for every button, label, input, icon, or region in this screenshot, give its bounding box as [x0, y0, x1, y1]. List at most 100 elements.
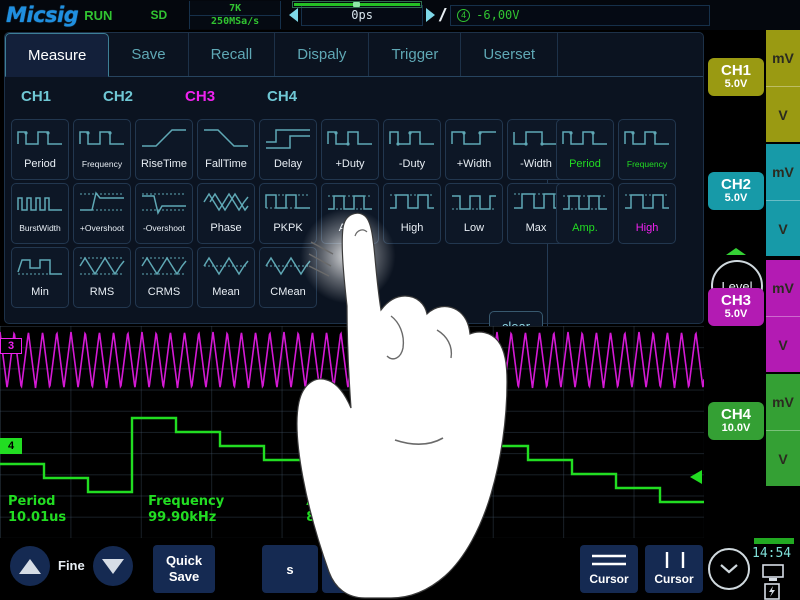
scale-v-button-ch4[interactable]: V [766, 430, 800, 486]
cursor-vertical-icon [657, 552, 691, 568]
decrease-button[interactable] [93, 546, 133, 586]
readout-period-name: Period [8, 494, 66, 510]
display-icon [762, 564, 784, 582]
active-measure-amp[interactable]: Amp. [556, 183, 614, 244]
pos-width-icon [449, 120, 499, 158]
tab-save[interactable]: Save [109, 33, 188, 76]
timebase-button[interactable]: 2us [322, 545, 384, 593]
active-measure-high[interactable]: High [618, 183, 676, 244]
measure-button-area: Period Frequency RiseTime FallTime Delay +Dut… [5, 115, 703, 341]
tab-userset[interactable]: Userset [461, 33, 558, 76]
battery-charging-icon [764, 583, 780, 600]
readout-amplitude-name: Amplitude [306, 494, 381, 510]
memory-bar-handle[interactable] [353, 2, 360, 7]
memory-depth-value: 7K [229, 3, 241, 15]
cursor-h-label: Cursor [589, 572, 628, 586]
readout-frequency-name: Frequency [148, 494, 224, 510]
active-measure-label: Period [557, 158, 613, 170]
scale-mv-button-ch2[interactable]: mV [766, 144, 800, 200]
measure-button-label: Amp [322, 222, 378, 234]
measure-button-overshoot[interactable]: +Overshoot [73, 183, 131, 244]
measure-button-low[interactable]: Low [445, 183, 503, 244]
triangle-down-icon [102, 559, 124, 574]
trigger-level-value: -6,00V [476, 8, 519, 22]
measure-button-crms[interactable]: CRMS [135, 247, 193, 308]
channel-tag-scale: 5.0V [725, 308, 748, 321]
measure-button-cmean[interactable]: CMean [259, 247, 317, 308]
cursor-horizontal-button[interactable]: Cursor [580, 545, 638, 593]
measure-button-amp[interactable]: Amp [321, 183, 379, 244]
measure-button-label: Frequency [74, 158, 130, 170]
channel-tag-name: CH1 [721, 63, 751, 78]
readout-frequency: Frequency 99.90kHz [148, 494, 224, 526]
tab-measure[interactable]: Measure [5, 33, 109, 77]
trigger-level-field[interactable]: 4 -6,00V [450, 5, 710, 26]
measure-button-width[interactable]: +Width [445, 119, 503, 180]
measure-button-period[interactable]: Period [11, 119, 69, 180]
scale-v-button-ch2[interactable]: V [766, 200, 800, 256]
square-period-icon [560, 120, 610, 158]
fine-label[interactable]: Fine [58, 558, 85, 573]
scale-v-button-ch3[interactable]: V [766, 316, 800, 372]
trigger-level-arrow-icon[interactable] [690, 470, 702, 484]
measure-button-rms[interactable]: RMS [73, 247, 131, 308]
measure-button-overshoot[interactable]: -Overshoot [135, 183, 193, 244]
channel-marker-3[interactable]: 3 [0, 338, 22, 354]
acquisition-info[interactable]: 7K 250MSa/s [189, 1, 281, 29]
measure-button-burstwidth[interactable]: BurstWidth [11, 183, 69, 244]
channel-tag-ch2[interactable]: CH25.0V [708, 172, 764, 210]
channel-tag-ch4[interactable]: CH410.0V [708, 402, 764, 440]
channel-select-ch2[interactable]: CH2 [103, 88, 133, 105]
active-measure-frequency[interactable]: Frequency [618, 119, 676, 180]
increase-button[interactable] [10, 546, 50, 586]
level-up-chevron-icon[interactable] [726, 248, 746, 255]
measure-button-pkpk[interactable]: PKPK [259, 183, 317, 244]
scale-v-button-ch1[interactable]: V [766, 86, 800, 142]
readout-amplitude-value: 8.20V [306, 510, 381, 526]
tab-dispaly[interactable]: Dispaly [275, 33, 369, 76]
measure-button-min[interactable]: Min [11, 247, 69, 308]
channel-marker-4[interactable]: 4 [0, 438, 22, 454]
square-frequency-icon [77, 120, 127, 158]
measure-button-phase[interactable]: Phase [197, 183, 255, 244]
expand-menu-button[interactable] [708, 548, 750, 590]
channel-select-ch3[interactable]: CH3 [185, 88, 215, 105]
tab-trigger[interactable]: Trigger [369, 33, 461, 76]
channel-tag-ch3[interactable]: CH35.0V [708, 288, 764, 326]
timebase-ruler-icon [336, 555, 370, 566]
run-state-label[interactable]: RUN [84, 8, 112, 23]
arrow-left-icon[interactable] [289, 8, 298, 22]
measure-button-frequency[interactable]: Frequency [73, 119, 131, 180]
arrow-right-icon[interactable] [426, 8, 435, 22]
unit-seconds-button[interactable]: s [262, 545, 318, 593]
active-measure-period[interactable]: Period [556, 119, 614, 180]
rising-edge-icon[interactable]: / [438, 5, 448, 26]
scale-mv-button-ch1[interactable]: mV [766, 30, 800, 86]
waveform-display[interactable]: 3 4 Period 10.01us Frequency 99.90kHz Am… [0, 326, 704, 538]
memory-position-bar[interactable] [292, 1, 422, 8]
high-level-icon [622, 184, 672, 222]
quick-save-button[interactable]: Quick Save [153, 545, 215, 593]
measure-button-delay[interactable]: Delay [259, 119, 317, 180]
measure-button-high[interactable]: High [383, 183, 441, 244]
channel-select-ch1[interactable]: CH1 [21, 88, 51, 105]
measure-button-label: FallTime [198, 158, 254, 170]
measure-button-falltime[interactable]: FallTime [197, 119, 255, 180]
tab-recall[interactable]: Recall [189, 33, 276, 76]
channel-tag-ch1[interactable]: CH15.0V [708, 58, 764, 96]
measure-button-risetime[interactable]: RiseTime [135, 119, 193, 180]
sample-rate-value: 250MSa/s [190, 15, 280, 28]
channel-select-ch4[interactable]: CH4 [267, 88, 297, 105]
measure-button-duty[interactable]: -Duty [383, 119, 441, 180]
scale-mv-button-ch3[interactable]: mV [766, 260, 800, 316]
channel-scale-buttons-ch2: mVV [766, 144, 800, 256]
measure-button-label: +Duty [322, 158, 378, 170]
measure-button-label: Low [446, 222, 502, 234]
phase-sine-icon [201, 184, 251, 222]
measure-button-duty[interactable]: +Duty [321, 119, 379, 180]
timebase-label: 2us [342, 569, 364, 584]
measure-button-mean[interactable]: Mean [197, 247, 255, 308]
cursor-vertical-button[interactable]: Cursor [645, 545, 703, 593]
cmean-sine-icon [263, 248, 313, 286]
scale-mv-button-ch4[interactable]: mV [766, 374, 800, 430]
